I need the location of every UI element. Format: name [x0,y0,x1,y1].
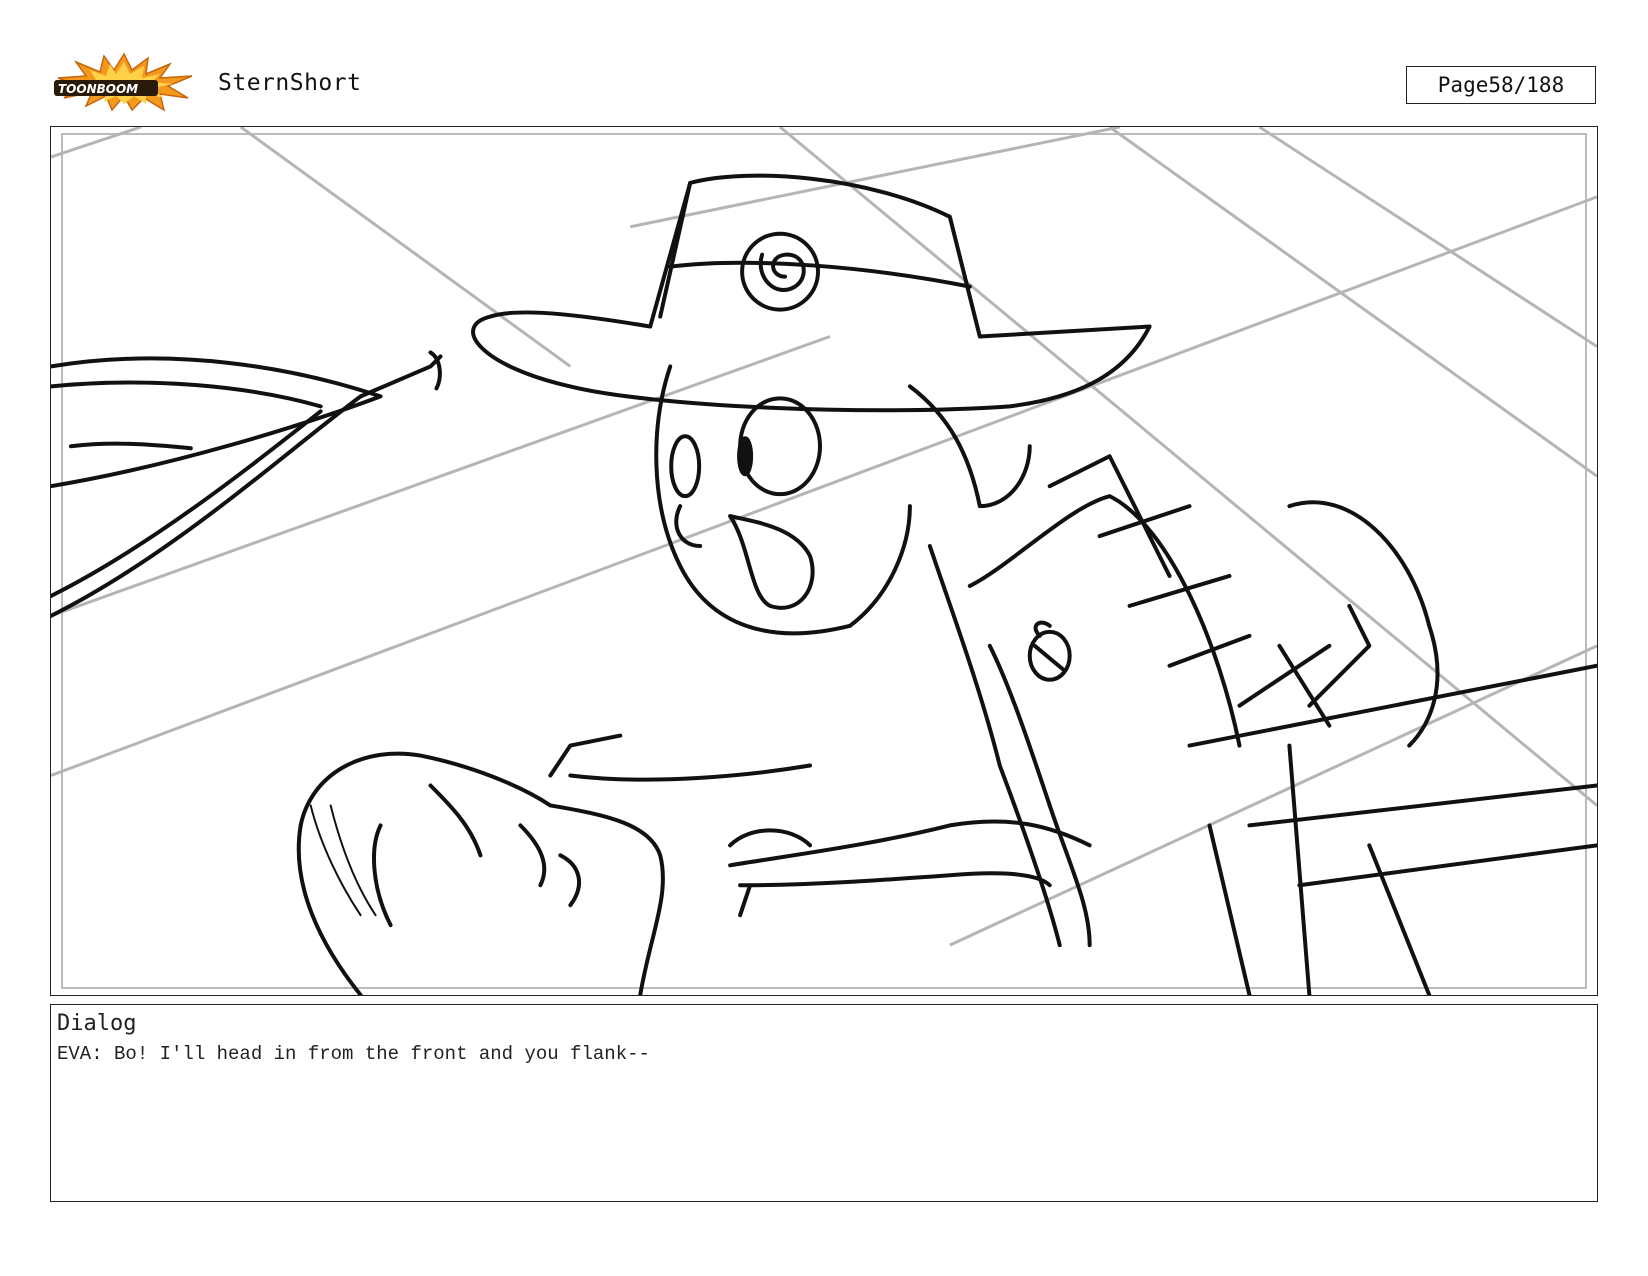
perspective-guides [51,127,1597,947]
dialog-label: Dialog [57,1011,137,1036]
page-label: Page [1437,73,1489,97]
toonboom-logo: TOONBOOM [52,52,196,112]
starburst-logo-icon: TOONBOOM [54,52,193,112]
dialog-text: EVA: Bo! I'll head in from the front and… [57,1043,650,1065]
sketch-strokes [51,173,1597,995]
storyboard-sketch-drawing [51,127,1597,995]
page-indicator: Page 58/188 [1406,66,1596,104]
dialog-box: Dialog EVA: Bo! I'll head in from the fr… [50,1004,1598,1202]
page-number: 58/188 [1488,73,1565,97]
storyboard-panel [50,126,1598,996]
logo-text: TOONBOOM [58,82,138,96]
project-title: SternShort [218,70,362,96]
